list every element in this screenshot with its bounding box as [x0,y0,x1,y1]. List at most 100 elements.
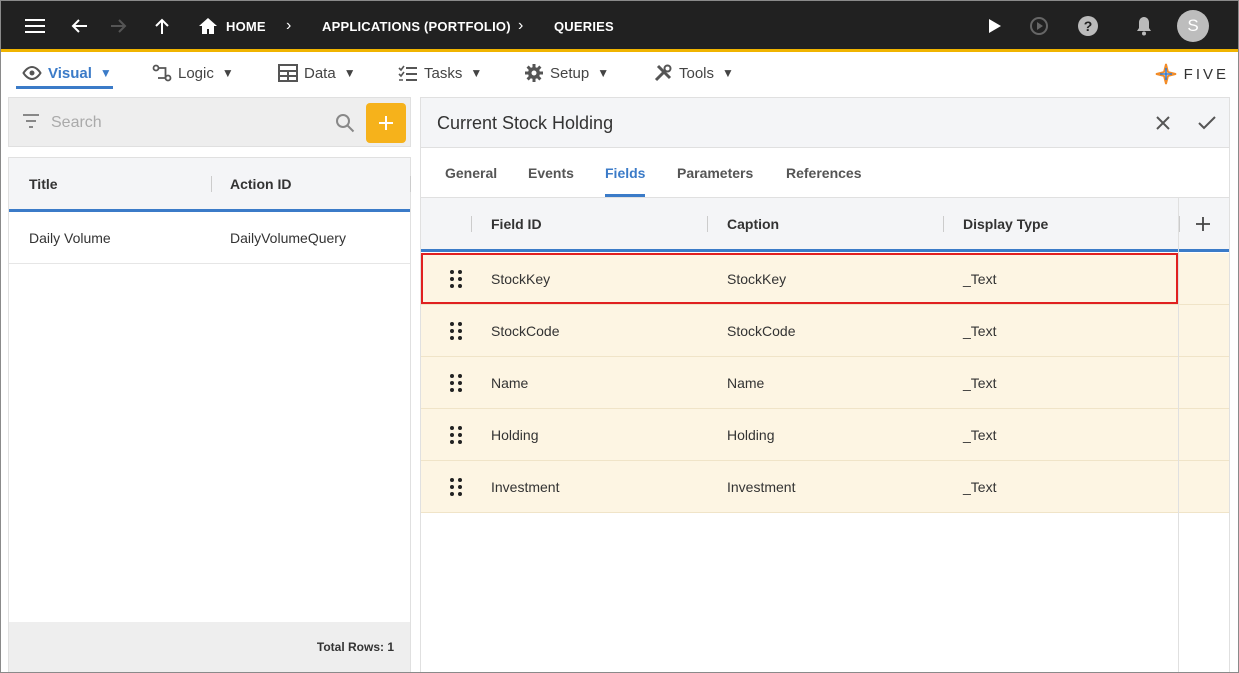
gear-icon [525,64,543,82]
row-title: Daily Volume [29,229,111,246]
breadcrumb-applications[interactable]: APPLICATIONS (PORTFOLIO) [322,0,511,52]
tab-parameters[interactable]: Parameters [677,148,753,198]
list-header: Title Action ID [9,158,411,212]
save-check-icon[interactable] [1192,108,1222,138]
filter-icon[interactable] [22,114,40,128]
five-logo: FIVE [1154,60,1229,88]
row-action-id: DailyVolumeQuery [230,229,346,246]
up-arrow-icon[interactable] [147,0,177,52]
dropdown-arrow-icon: ▼ [722,66,734,80]
tab-general[interactable]: General [445,148,497,198]
dropdown-arrow-icon: ▼ [343,66,356,80]
menu-data-label: Data [304,64,336,82]
list-pane: Title Action ID Daily Volume DailyVolume… [8,97,411,673]
field-row[interactable]: StockKey StockKey _Text [421,253,1229,305]
table-icon [278,64,298,82]
menu-data[interactable]: Data ▼ [278,55,356,91]
fields-grid-header: Field ID Caption Display Type [421,198,1229,252]
column-separator [707,216,708,232]
menu-logic-label: Logic [178,64,214,82]
cell-field-id: Name [491,374,529,391]
menu-tools-label: Tools [679,64,715,82]
tasks-icon [398,65,417,81]
dropdown-arrow-icon: ▼ [99,66,112,80]
tab-events[interactable]: Events [528,148,574,198]
detail-tabs: General Events Fields Parameters Referen… [421,148,1229,198]
search-input[interactable] [51,107,331,139]
menu-setup[interactable]: Setup ▼ [524,55,609,91]
tab-references[interactable]: References [786,148,862,198]
top-app-bar: HOME › APPLICATIONS (PORTFOLIO) › QUERIE… [0,0,1239,52]
field-row[interactable]: StockCode StockCode _Text [421,305,1229,357]
debug-run-icon[interactable] [1024,0,1054,52]
cell-caption: Name [727,374,765,391]
add-field-button[interactable] [1195,198,1211,249]
breadcrumb-queries-label: QUERIES [554,18,614,34]
column-separator [1179,216,1180,232]
column-header-caption[interactable]: Caption [727,198,779,249]
total-rows: Total Rows: 1 [9,622,410,672]
column-separator [211,176,212,192]
column-header-action-id[interactable]: Action ID [230,158,291,209]
cell-field-id: Holding [491,426,539,443]
forward-arrow-icon[interactable] [104,0,134,52]
column-header-title[interactable]: Title [29,158,58,209]
detail-pane: Current Stock Holding General Events Fie… [420,97,1230,673]
cell-display-type: _Text [963,270,997,287]
detail-header: Current Stock Holding [421,98,1229,148]
drag-handle-icon[interactable] [448,321,464,341]
drag-handle-icon[interactable] [448,425,464,445]
column-separator [943,216,944,232]
field-row[interactable]: Investment Investment _Text [421,461,1229,513]
column-header-display-type[interactable]: Display Type [963,198,1048,249]
svg-text:?: ? [1084,18,1093,34]
close-icon[interactable] [1148,108,1178,138]
help-icon[interactable]: ? [1073,0,1103,52]
drag-handle-icon[interactable] [448,373,464,393]
tools-icon [654,64,672,82]
drag-handle-icon[interactable] [448,269,464,289]
menu-tasks[interactable]: Tasks ▼ [398,55,482,91]
hamburger-menu-icon[interactable] [20,0,50,52]
records-list: Title Action ID Daily Volume DailyVolume… [8,157,411,673]
plus-icon [379,116,393,130]
breadcrumb-applications-label: APPLICATIONS (PORTFOLIO) [322,18,511,34]
breadcrumb-queries[interactable]: QUERIES [554,0,614,52]
cell-caption: Investment [727,478,796,495]
list-row[interactable]: Daily Volume DailyVolumeQuery [9,212,410,264]
cell-field-id: StockKey [491,270,551,287]
cell-display-type: _Text [963,374,997,391]
menu-logic[interactable]: Logic ▼ [152,55,234,91]
menu-setup-label: Setup [550,64,590,82]
menu-tasks-label: Tasks [424,64,463,82]
breadcrumb-home[interactable]: HOME [198,0,266,52]
column-separator [410,176,411,192]
bell-icon[interactable] [1129,0,1159,52]
chevron-right-icon: › [518,17,524,34]
cell-field-id: StockCode [491,322,560,339]
chevron-right-icon: › [286,17,292,34]
breadcrumb-home-label: HOME [226,18,266,34]
active-menu-indicator [16,86,113,89]
menu-bar: Visual ▼ Logic ▼ Data ▼ Tasks ▼ Setup ▼ … [0,55,1239,91]
cell-display-type: _Text [963,426,997,443]
user-avatar[interactable]: S [1177,0,1209,52]
drag-handle-icon[interactable] [448,477,464,497]
back-arrow-icon[interactable] [64,0,94,52]
cell-display-type: _Text [963,322,997,339]
field-row[interactable]: Name Name _Text [421,357,1229,409]
search-icon[interactable] [335,113,355,133]
cell-caption: StockCode [727,322,796,339]
logic-icon [152,64,172,82]
add-record-button[interactable] [366,103,406,143]
grid-column-divider [1178,198,1179,672]
tab-fields[interactable]: Fields [605,148,645,198]
menu-tools[interactable]: Tools ▼ [653,55,734,91]
cell-caption: Holding [727,426,775,443]
menu-visual-label: Visual [48,64,92,82]
cell-caption: StockKey [727,270,787,287]
dropdown-arrow-icon: ▼ [470,66,483,80]
column-header-field-id[interactable]: Field ID [491,198,542,249]
play-icon[interactable] [980,0,1010,52]
field-row[interactable]: Holding Holding _Text [421,409,1229,461]
